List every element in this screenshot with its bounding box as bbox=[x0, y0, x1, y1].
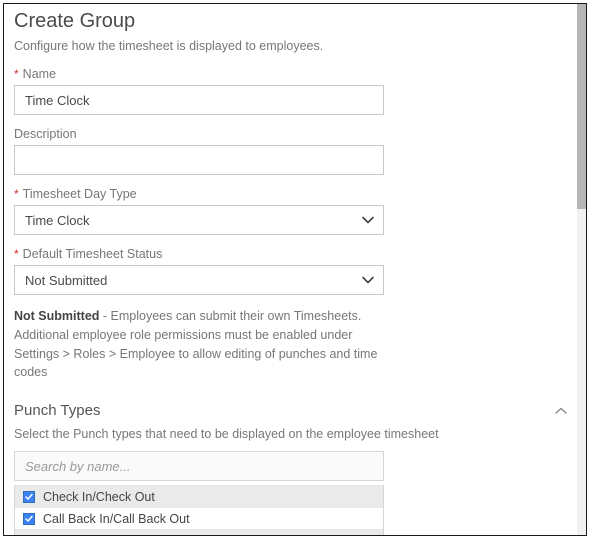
checkbox-icon[interactable] bbox=[23, 513, 35, 525]
list-item[interactable]: Check In/Check Out bbox=[15, 485, 383, 507]
chevron-up-icon[interactable] bbox=[555, 407, 567, 415]
list-item-label: Check In/Check Out bbox=[43, 490, 155, 504]
status-select[interactable] bbox=[14, 265, 384, 295]
punch-search-input[interactable] bbox=[14, 451, 384, 481]
punch-section-title: Punch Types bbox=[14, 402, 100, 419]
status-note: Not Submitted - Employees can submit the… bbox=[14, 307, 394, 382]
list-item[interactable]: Meal Start/Meal End bbox=[15, 529, 383, 535]
checkbox-icon[interactable] bbox=[23, 535, 35, 536]
page-subtitle: Configure how the timesheet is displayed… bbox=[14, 39, 567, 53]
page-title: Create Group bbox=[14, 10, 567, 33]
list-item-label: Meal Start/Meal End bbox=[43, 534, 156, 536]
status-label: Default Timesheet Status bbox=[14, 247, 567, 261]
daytype-label: Timesheet Day Type bbox=[14, 187, 567, 201]
scrollbar-track[interactable] bbox=[577, 4, 586, 535]
punch-section-header: Punch Types bbox=[14, 402, 567, 419]
list-item[interactable]: Call Back In/Call Back Out bbox=[15, 507, 383, 529]
daytype-select[interactable] bbox=[14, 205, 384, 235]
name-label: Name bbox=[14, 67, 567, 81]
punch-section-desc: Select the Punch types that need to be d… bbox=[14, 427, 567, 441]
dialog-window: Create Group Configure how the timesheet… bbox=[3, 3, 587, 536]
scrollbar-thumb[interactable] bbox=[577, 4, 586, 209]
field-daytype: Timesheet Day Type bbox=[14, 187, 567, 235]
name-input[interactable] bbox=[14, 85, 384, 115]
dialog-content: Create Group Configure how the timesheet… bbox=[4, 4, 577, 535]
description-label: Description bbox=[14, 127, 567, 141]
checkbox-icon[interactable] bbox=[23, 491, 35, 503]
status-note-bold: Not Submitted bbox=[14, 309, 99, 323]
field-description: Description bbox=[14, 127, 567, 175]
punch-option-list: Check In/Check Out Call Back In/Call Bac… bbox=[14, 485, 384, 535]
description-input[interactable] bbox=[14, 145, 384, 175]
field-status: Default Timesheet Status bbox=[14, 247, 567, 295]
field-name: Name bbox=[14, 67, 567, 115]
list-item-label: Call Back In/Call Back Out bbox=[43, 512, 190, 526]
